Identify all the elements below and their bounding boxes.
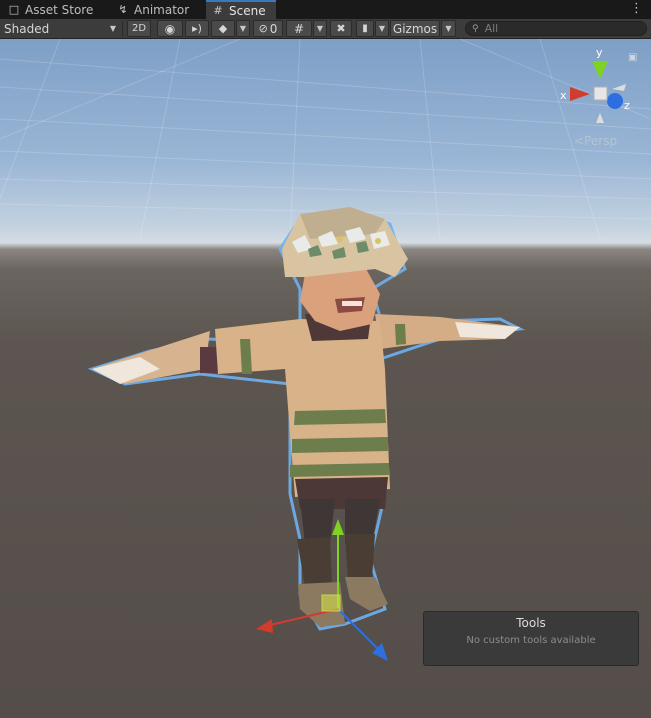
tab-asset-store[interactable]: □ Asset Store: [2, 0, 106, 19]
hidden-count: 0: [269, 21, 278, 36]
tab-label: Asset Store: [25, 2, 94, 17]
z-cone-icon[interactable]: [607, 93, 623, 109]
effects-dropdown[interactable]: ▼: [236, 20, 250, 37]
gizmo-z-label: z: [624, 99, 630, 112]
gizmos-button[interactable]: Gizmos: [390, 20, 440, 37]
tools-overlay-title: Tools: [516, 616, 546, 630]
camera-dropdown[interactable]: ▼: [375, 20, 389, 37]
tools-toggle[interactable]: ✖: [330, 20, 352, 37]
gizmos-dropdown[interactable]: ▼: [441, 20, 456, 37]
chevron-down-icon: ▼: [378, 24, 386, 33]
tab-label: Scene: [229, 3, 266, 18]
search-input[interactable]: ⚲ All: [465, 21, 647, 36]
audio-toggle[interactable]: ▸): [185, 20, 209, 37]
hidden-objects-toggle[interactable]: ⊘ 0: [253, 20, 283, 37]
camera-button[interactable]: ▮: [356, 20, 374, 37]
y-arrow-icon[interactable]: [332, 519, 344, 535]
lock-icon[interactable]: ▣: [628, 52, 637, 63]
tools-overlay-message: No custom tools available: [466, 635, 596, 646]
grid-toggle[interactable]: #: [286, 20, 312, 37]
tab-label: Animator: [134, 2, 190, 17]
speaker-icon: ▸): [192, 22, 202, 35]
xz-plane-handle[interactable]: [321, 594, 341, 612]
tools-overlay-panel[interactable]: Tools No custom tools available: [423, 611, 639, 666]
animator-icon: ↯: [118, 3, 128, 16]
chevron-left-icon: <: [574, 134, 585, 148]
more-options-icon[interactable]: ⋮: [630, 1, 643, 17]
chevron-down-icon: ▼: [239, 24, 247, 33]
2d-mode-button[interactable]: 2D: [127, 20, 151, 37]
grid-hash-icon: #: [213, 4, 223, 17]
projection-toggle[interactable]: <Persp: [574, 134, 617, 148]
scene-window: □ Asset Store ↯ Animator # Scene ⋮ Shade…: [0, 0, 651, 718]
search-icon: ⚲: [472, 23, 479, 34]
lighting-toggle[interactable]: ◉: [157, 20, 183, 37]
layers-icon: ◆: [218, 22, 228, 35]
left-boot: [297, 537, 332, 587]
right-boot: [345, 534, 375, 581]
chevron-down-icon: ▼: [109, 24, 116, 33]
shading-mode-dropdown[interactable]: Shaded ▼: [0, 20, 120, 37]
gizmo-x-label: x: [560, 89, 567, 102]
eye-slash-icon: ⊘: [258, 22, 268, 35]
z-axis-handle[interactable]: [337, 608, 381, 652]
y-cone-icon[interactable]: [592, 61, 608, 79]
lightbulb-icon: ◉: [164, 21, 176, 36]
x-arrow-icon[interactable]: [256, 619, 273, 633]
effects-toggle[interactable]: ◆: [211, 20, 235, 37]
grid-icon: #: [293, 21, 305, 36]
wrench-icon: ✖: [336, 22, 346, 35]
chevron-down-icon: ▼: [445, 24, 452, 33]
scene-toolbar: Shaded ▼ 2D ◉ ▸) ◆ ▼ ⊘ 0 # ▼ ✖ ▮ ▼ Gizmo…: [0, 19, 651, 39]
gizmo-y-label: y: [596, 46, 603, 59]
shading-mode-label: Shaded: [4, 21, 50, 36]
grid-dropdown[interactable]: ▼: [313, 20, 327, 37]
search-placeholder: All: [484, 22, 499, 35]
projection-label: Persp: [584, 134, 618, 148]
shopping-bag-icon: □: [8, 3, 20, 16]
gizmo-center-cube[interactable]: [593, 86, 608, 101]
tab-animator[interactable]: ↯ Animator: [111, 0, 201, 19]
2d-mode-label: 2D: [131, 23, 147, 34]
gizmos-label: Gizmos: [392, 21, 438, 36]
tab-scene[interactable]: # Scene: [206, 0, 276, 19]
scene-grid: [0, 39, 651, 240]
chevron-down-icon: ▼: [316, 24, 324, 33]
character-model[interactable]: [87, 207, 526, 631]
tab-bar: □ Asset Store ↯ Animator # Scene ⋮: [0, 0, 651, 19]
divider: [122, 22, 123, 36]
scene-orientation-gizmo[interactable]: y x z: [560, 46, 630, 123]
camera-icon: ▮: [362, 23, 368, 34]
